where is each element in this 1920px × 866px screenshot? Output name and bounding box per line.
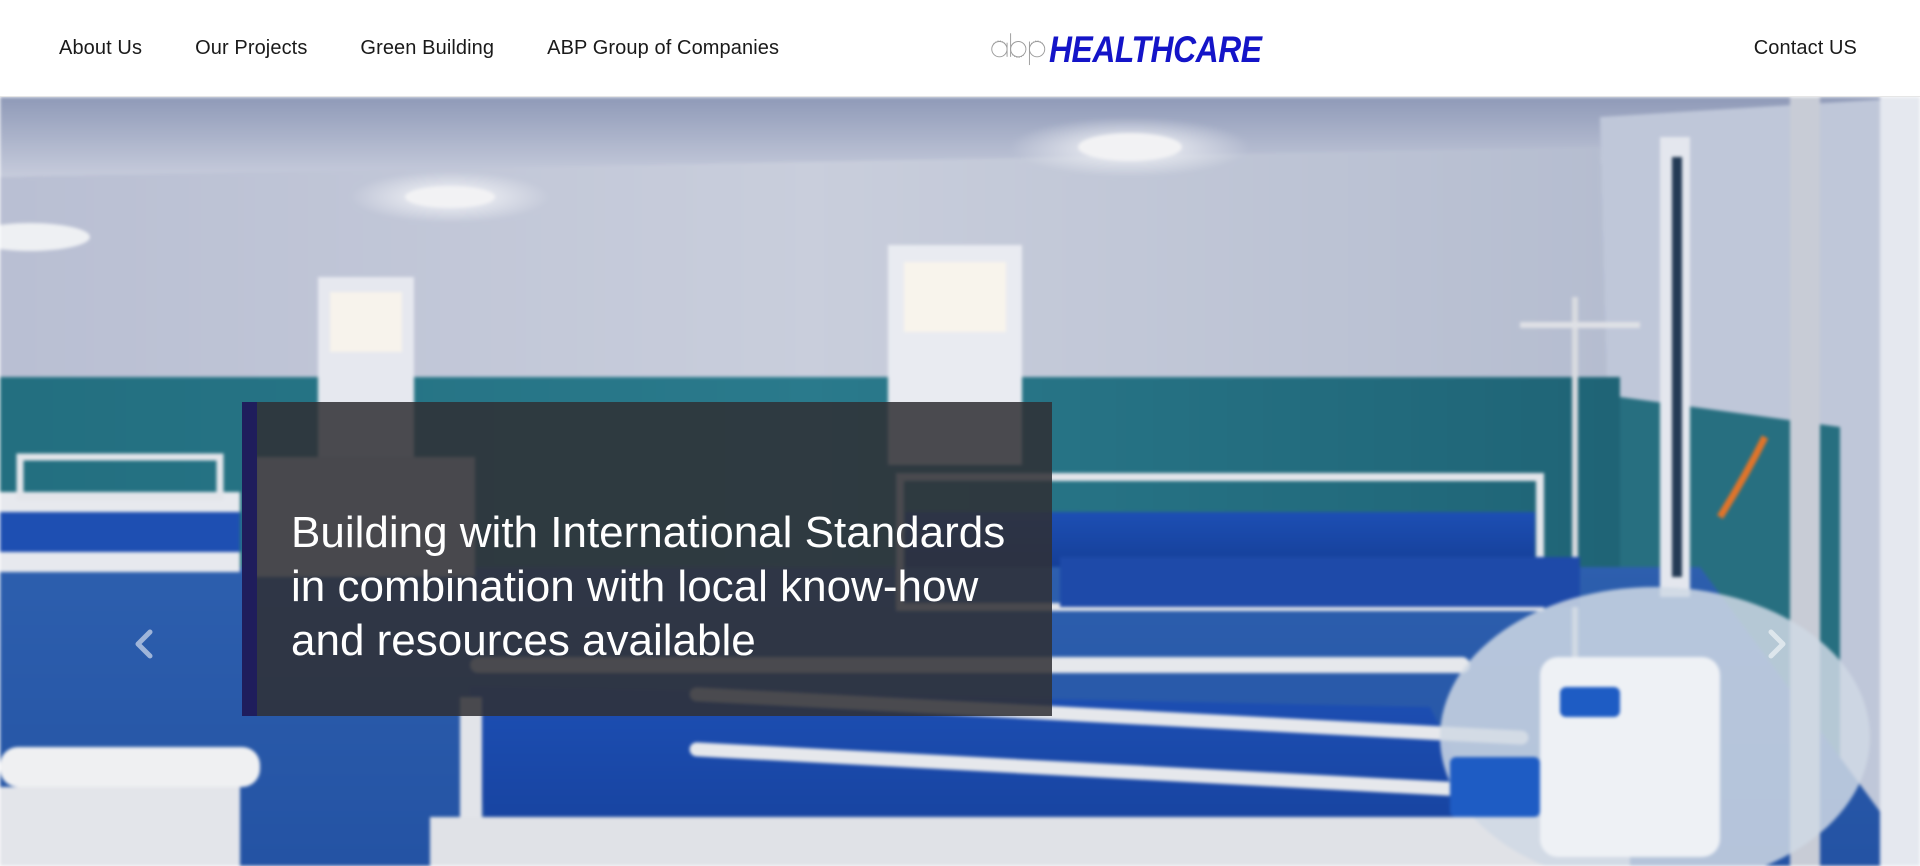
- slider-next-button[interactable]: [1757, 621, 1797, 667]
- site-logo[interactable]: HEALTHCARE: [990, 16, 1296, 80]
- chevron-right-icon: [1768, 629, 1786, 659]
- nav-contact-us[interactable]: Contact US: [1754, 37, 1857, 60]
- hero-caption-box: Building with International Standards in…: [242, 402, 1052, 716]
- hero-caption: Building with International Standards in…: [291, 508, 1006, 665]
- nav-green-building[interactable]: Green Building: [360, 37, 494, 60]
- nav-our-projects[interactable]: Our Projects: [195, 37, 307, 60]
- logo-wordmark: HEALTHCARE: [1048, 29, 1262, 70]
- site-header: About Us Our Projects Green Building ABP…: [0, 0, 1920, 97]
- primary-nav: About Us Our Projects Green Building ABP…: [59, 0, 779, 97]
- chevron-left-icon: [135, 629, 153, 659]
- secondary-nav: Contact US: [1754, 0, 1857, 97]
- hero-slider: Building with International Standards in…: [0, 97, 1920, 866]
- nav-about-us[interactable]: About Us: [59, 37, 142, 60]
- slider-prev-button[interactable]: [124, 621, 164, 667]
- nav-abp-group[interactable]: ABP Group of Companies: [547, 37, 779, 60]
- abp-logo-mark: [991, 33, 1046, 66]
